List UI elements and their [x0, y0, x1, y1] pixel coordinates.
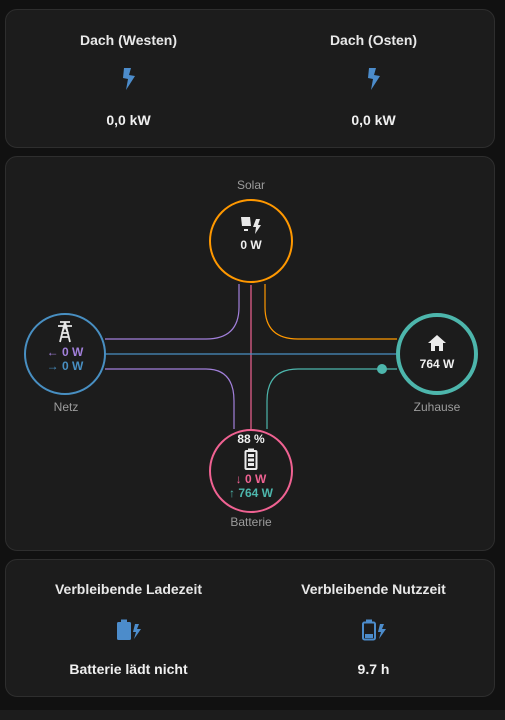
battery-low-icon: [251, 619, 496, 641]
charge-time-title: Verbleibende Ladezeit: [54, 581, 203, 597]
battery-soc: 88 %: [237, 432, 265, 446]
solar-label: Solar: [236, 178, 265, 192]
battery-charging-icon: [6, 619, 251, 641]
use-time-entity[interactable]: Verbleibende Nutzzeit 9.7 h: [251, 560, 496, 696]
battery-node[interactable]: 88 % ↓ 0 W ↑ 764 W: [211, 432, 291, 500]
lightning-icon: [6, 68, 251, 90]
home-label: Zuhause: [413, 400, 461, 414]
roof-east-title: Dach (Osten): [329, 32, 418, 48]
battery-in-value: ↓ 0 W: [235, 472, 267, 486]
solar-to-grid-line: [105, 284, 240, 340]
lightning-icon: [251, 68, 496, 90]
roof-west-title: Dach (Westen): [80, 32, 177, 48]
use-time-title: Verbleibende Nutzzeit: [301, 581, 446, 597]
home-icon: [397, 334, 477, 352]
roof-east-value: 0,0 kW: [351, 112, 396, 128]
battery-out-value: ↑ 764 W: [228, 486, 273, 500]
charge-time-entity[interactable]: Verbleibende Ladezeit Batterie lädt nich…: [6, 560, 251, 696]
grid-import-value: ← 0 W: [46, 345, 84, 359]
charge-time-value: Batterie lädt nicht: [69, 661, 188, 677]
grid-node[interactable]: ← 0 W → 0 W: [25, 321, 105, 373]
transmission-tower-icon: [25, 321, 105, 343]
roof-east-entity[interactable]: Dach (Osten) 0,0 kW: [251, 10, 496, 147]
home-node[interactable]: 764 W: [397, 334, 477, 371]
roof-west-entity[interactable]: Dach (Westen) 0,0 kW: [6, 10, 251, 147]
roof-west-value: 0,0 kW: [106, 112, 151, 128]
use-time-value: 9.7 h: [357, 661, 390, 677]
solar-value: 0 W: [240, 238, 262, 252]
solar-production-card: Dach (Westen) 0,0 kW Dach (Osten) 0,0 kW: [5, 9, 495, 148]
energy-flow-card: Solar 0 W Netz ← 0 W → 0 W Zuhause 764 W…: [5, 156, 495, 551]
battery-time-card: Verbleibende Ladezeit Batterie lädt nich…: [5, 559, 495, 697]
battery-icon: [211, 448, 291, 470]
flow-dot: [377, 364, 387, 374]
battery-to-home-line: [266, 368, 397, 429]
grid-label: Netz: [53, 400, 79, 414]
battery-label: Batterie: [230, 515, 272, 529]
next-card-edge: [0, 710, 505, 720]
solar-panel-icon: [211, 215, 291, 235]
home-value: 764 W: [419, 357, 455, 371]
grid-export-value: → 0 W: [46, 359, 84, 373]
solar-node[interactable]: 0 W: [211, 215, 291, 252]
solar-to-home-line: [264, 284, 397, 340]
grid-to-battery-line: [105, 368, 235, 429]
